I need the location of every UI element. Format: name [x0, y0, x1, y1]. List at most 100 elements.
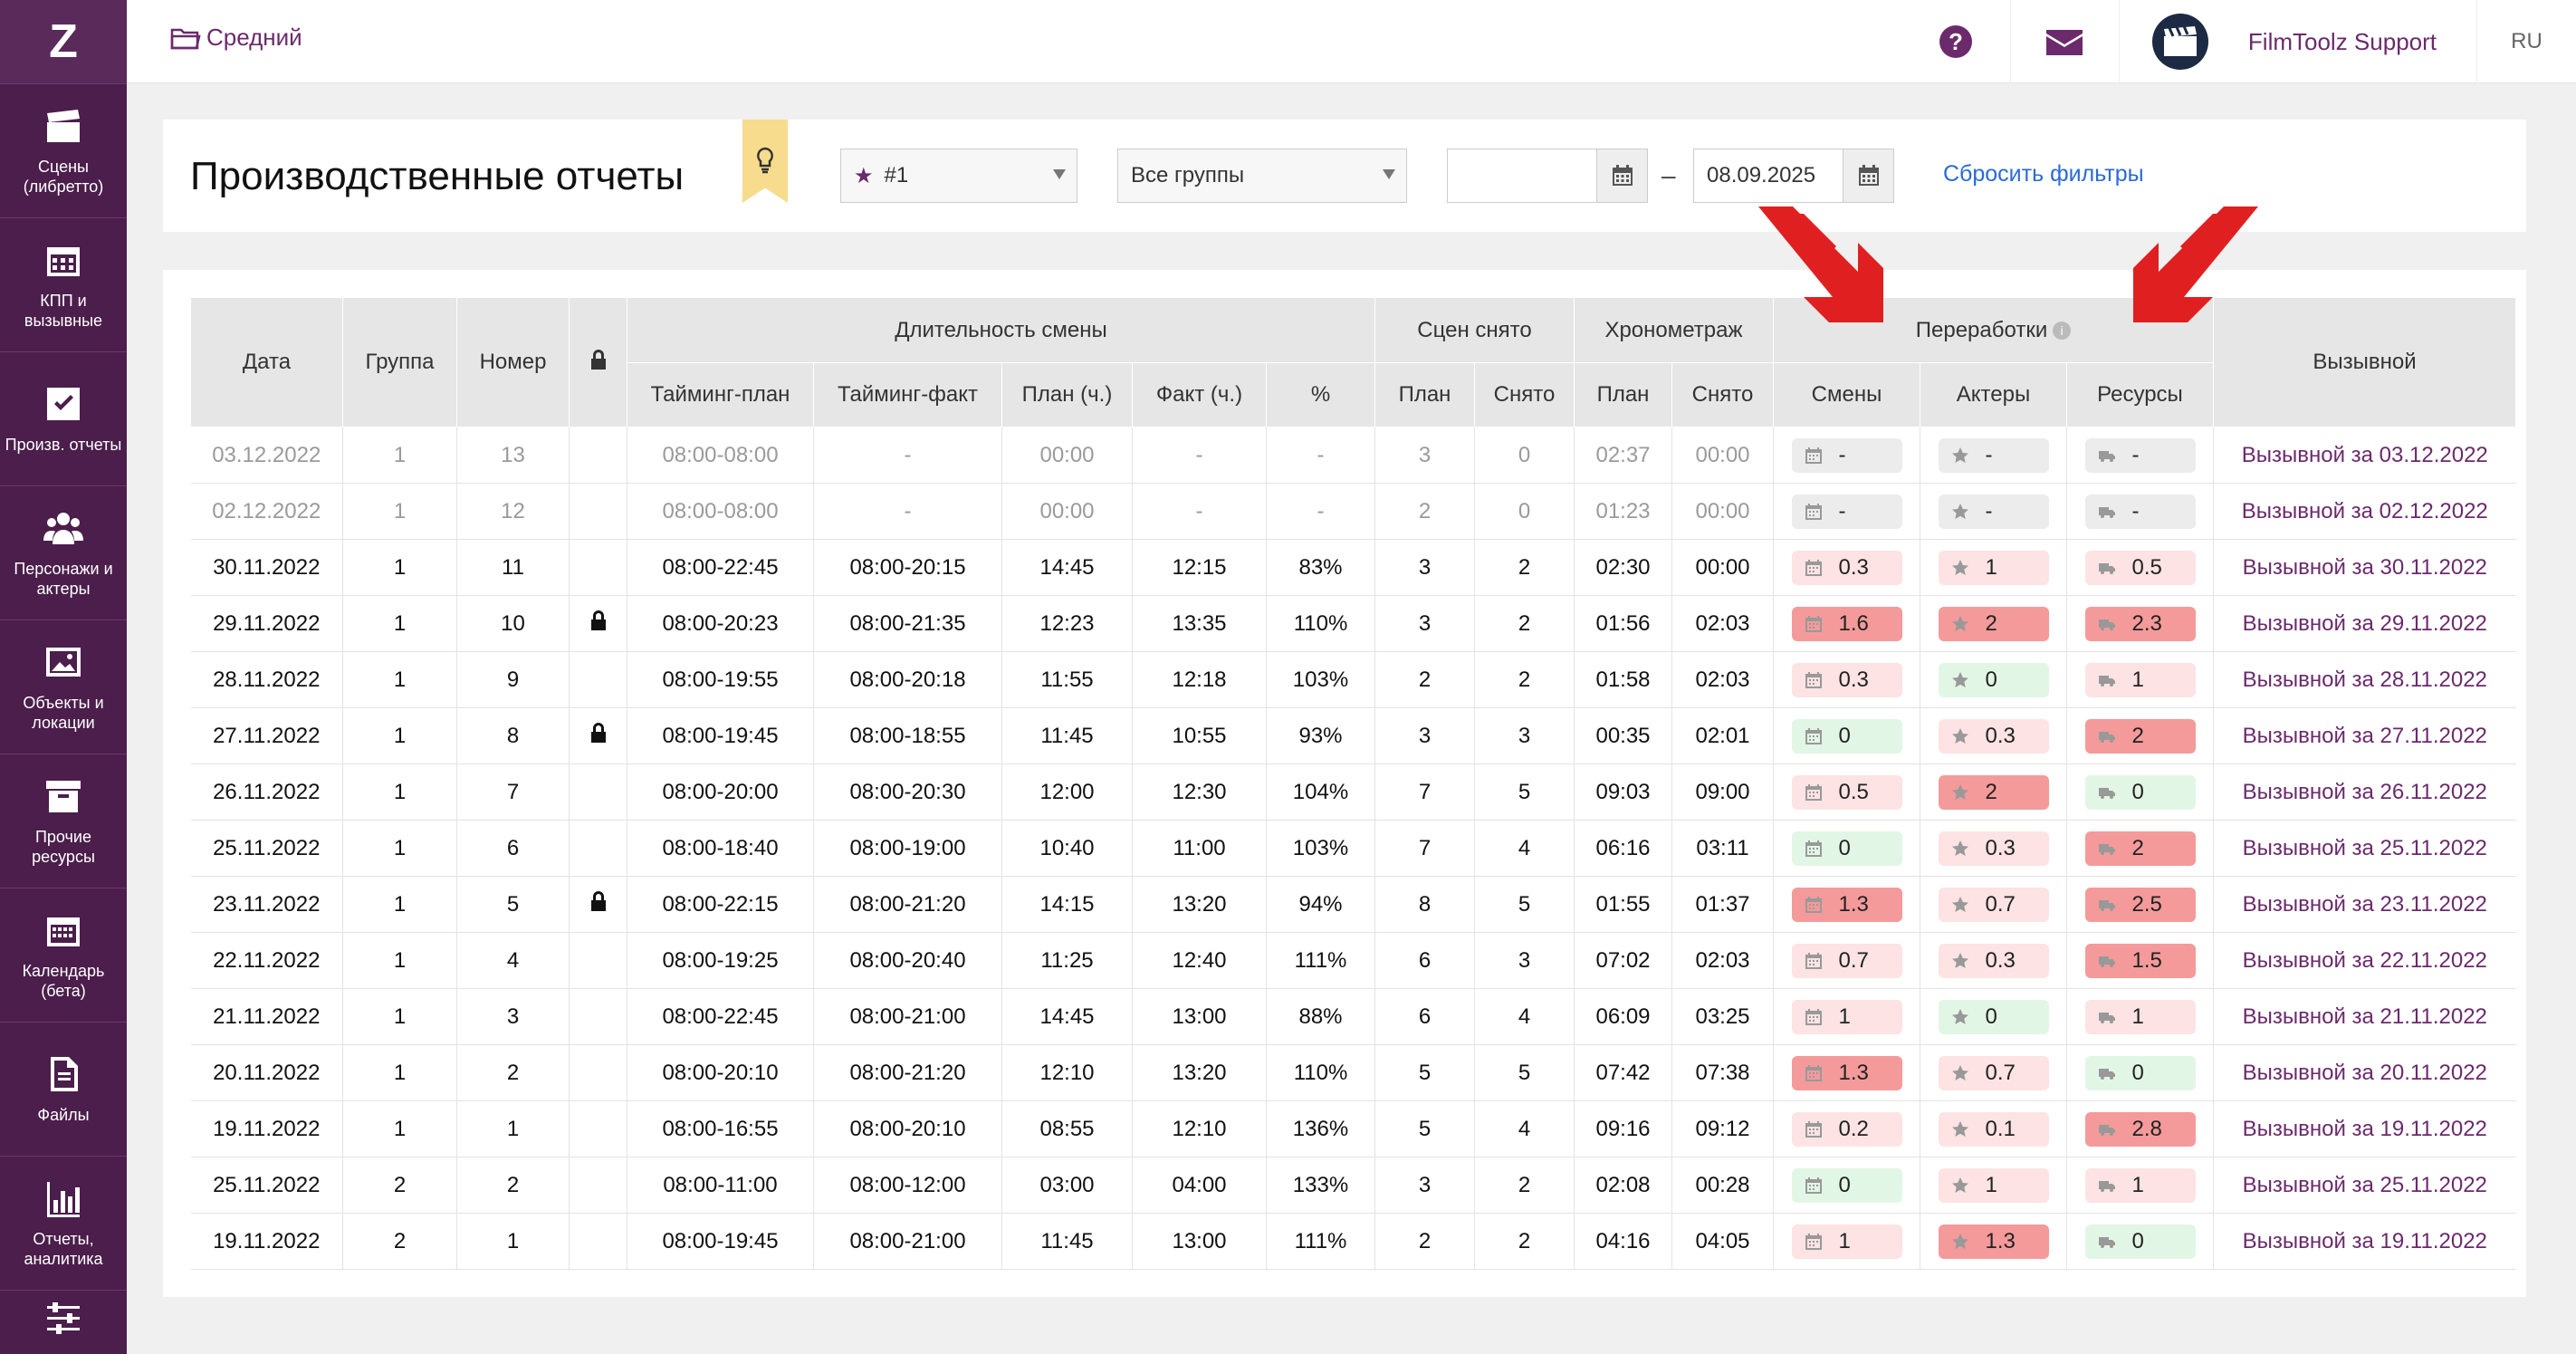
cell-scenes-plan: 3: [1374, 595, 1475, 652]
call-sheet-link[interactable]: Вызывной за 03.12.2022: [2213, 427, 2516, 484]
cell-percent: 111%: [1266, 1213, 1375, 1270]
calendar-icon: [1805, 727, 1824, 745]
sidebar-item-label: Отчеты, аналитика: [24, 1229, 103, 1268]
overtime-badge: -: [1791, 437, 1902, 473]
overtime-badge: 0.3: [1938, 718, 2049, 754]
sidebar-item-people[interactable]: Персонажи и актеры: [0, 485, 127, 619]
call-sheet-link[interactable]: Вызывной за 22.11.2022: [2213, 932, 2516, 989]
help-button[interactable]: ?: [1901, 0, 2010, 83]
star-icon: ★: [854, 163, 874, 188]
header-timing: Хронометраж: [1574, 297, 1774, 363]
star-icon: [1951, 559, 1971, 577]
sidebar-item-label: Файлы: [37, 1105, 90, 1124]
sidebar-item-image[interactable]: Объекты и локации: [0, 619, 127, 754]
call-sheet-link[interactable]: Вызывной за 27.11.2022: [2213, 707, 2516, 764]
table-row: 25.11.2022 2 2 08:00-11:00 08:00-12:00 03:00 0…: [190, 1157, 2516, 1214]
call-sheet-link[interactable]: Вызывной за 20.11.2022: [2213, 1044, 2516, 1101]
cell-timing-shot: 09:00: [1671, 763, 1774, 821]
sidebar-item-calendar-grid[interactable]: Календарь (бета): [0, 888, 127, 1022]
call-sheet-link[interactable]: Вызывной за 25.11.2022: [2213, 1157, 2516, 1214]
call-sheet-link[interactable]: Вызывной за 30.11.2022: [2213, 539, 2516, 596]
cell-timing-shot: 02:03: [1671, 932, 1774, 989]
group-select[interactable]: Все группы: [1117, 149, 1407, 203]
truck-icon: [2098, 1176, 2118, 1195]
call-sheet-link[interactable]: Вызывной за 21.11.2022: [2213, 988, 2516, 1045]
header-timing-plan-2[interactable]: План: [1574, 362, 1672, 427]
overtime-badge: 1: [1791, 1224, 1902, 1259]
cell-timing-plan: 08:00-20:00: [627, 763, 814, 821]
sidebar-item-clapperboard[interactable]: Сцены (либретто): [0, 83, 127, 217]
cell-scenes-shot: 2: [1474, 539, 1575, 596]
sidebar-item-box[interactable]: Прочие ресурсы: [0, 754, 127, 888]
cell-date: 02.12.2022: [190, 483, 343, 540]
breadcrumb[interactable]: Средний: [170, 24, 302, 52]
cell-fact-hours: 13:20: [1132, 1044, 1267, 1101]
call-sheet-link[interactable]: Вызывной за 19.11.2022: [2213, 1100, 2516, 1157]
cell-lock: [569, 763, 627, 821]
call-sheet-link[interactable]: Вызывной за 02.12.2022: [2213, 483, 2516, 540]
overtime-value: 2: [2131, 835, 2144, 860]
header-scenes-plan[interactable]: План: [1374, 362, 1475, 427]
app-logo[interactable]: Z: [0, 0, 127, 83]
date-from-calendar-button[interactable]: [1596, 149, 1647, 202]
cell-fact-hours: 12:30: [1132, 763, 1267, 821]
header-fact-hours[interactable]: Факт (ч.): [1132, 362, 1267, 427]
sidebar-item-file[interactable]: Файлы: [0, 1022, 127, 1156]
cell-timing-plan: 08:00-08:00: [627, 427, 814, 484]
cell-overtime-actors: 0: [1920, 988, 2067, 1045]
call-sheet-link[interactable]: Вызывной за 28.11.2022: [2213, 651, 2516, 708]
cell-overtime-actors: 0: [1920, 651, 2067, 708]
calendar-icon: [1805, 1064, 1824, 1082]
table-row: 21.11.2022 1 3 08:00-22:45 08:00-21:00 14:45 1…: [190, 988, 2516, 1045]
cell-group: 1: [342, 427, 457, 484]
cell-plan-hours: 14:45: [1001, 539, 1133, 596]
header-group[interactable]: Группа: [342, 297, 457, 427]
header-overtime-shifts[interactable]: Смены: [1773, 362, 1920, 427]
cell-timing-fact: 08:00-21:00: [813, 1213, 1002, 1270]
cell-timing-plan: 08:00-20:10: [627, 1044, 814, 1101]
cell-timing-plan-2: 02:08: [1574, 1157, 1672, 1214]
call-sheet-link[interactable]: Вызывной за 26.11.2022: [2213, 763, 2516, 821]
language-switch[interactable]: RU: [2476, 0, 2576, 83]
header-overtime-resources[interactable]: Ресурсы: [2066, 362, 2214, 427]
overtime-badge: 0.3: [1791, 550, 1902, 585]
header-scenes-shot[interactable]: Снято: [1474, 362, 1575, 427]
date-to-input[interactable]: 08.09.2025: [1693, 149, 1894, 203]
header-timing-fact[interactable]: Тайминг-факт: [813, 362, 1002, 427]
tips-bookmark[interactable]: [742, 120, 788, 203]
reports-table-card: Дата Группа Номер Длительность смены Сце…: [163, 206, 2526, 1297]
call-sheet-link[interactable]: Вызывной за 19.11.2022: [2213, 1213, 2516, 1270]
header-plan-hours[interactable]: План (ч.): [1001, 362, 1133, 427]
header-date[interactable]: Дата: [190, 297, 343, 427]
cell-overtime-resources: 2.8: [2066, 1100, 2214, 1157]
header-percent[interactable]: %: [1266, 362, 1375, 427]
bar-chart-icon: [47, 1181, 80, 1217]
overtime-badge: 1: [2084, 999, 2196, 1034]
call-sheet-link[interactable]: Вызывной за 25.11.2022: [2213, 820, 2516, 877]
header-overtime-actors[interactable]: Актеры: [1920, 362, 2067, 427]
header-timing-shot[interactable]: Снято: [1671, 362, 1774, 427]
overtime-badge: -: [2084, 494, 2196, 529]
cell-scenes-shot: 4: [1474, 1100, 1575, 1157]
overtime-value: 0.7: [1985, 891, 2016, 917]
folder-icon: [170, 28, 201, 49]
reset-filters-link[interactable]: Сбросить фильтры: [1943, 161, 2144, 187]
date-to-calendar-button[interactable]: [1843, 149, 1893, 202]
sidebar-item-sliders[interactable]: [0, 1290, 127, 1354]
mail-button[interactable]: [2009, 0, 2119, 83]
project-select[interactable]: ★ #1: [840, 149, 1077, 203]
sidebar-item-checkbox[interactable]: Произв. отчеты: [0, 351, 127, 485]
call-sheet-link[interactable]: Вызывной за 23.11.2022: [2213, 876, 2516, 933]
header-timing-plan[interactable]: Тайминг-план: [627, 362, 814, 427]
sidebar-item-bar-chart[interactable]: Отчеты, аналитика: [0, 1156, 127, 1290]
call-sheet-link[interactable]: Вызывной за 29.11.2022: [2213, 595, 2516, 652]
cell-timing-fact: -: [813, 483, 1002, 540]
header-number[interactable]: Номер: [456, 297, 570, 427]
info-icon[interactable]: i: [2053, 322, 2072, 341]
language-label: RU: [2511, 29, 2542, 53]
date-from-input[interactable]: [1447, 149, 1648, 203]
calendar-icon: [1805, 671, 1824, 689]
truck-icon: [2098, 896, 2118, 914]
sidebar-item-calendar[interactable]: КПП и вызывные: [0, 217, 127, 351]
user-menu[interactable]: FilmToolz Support: [2118, 0, 2476, 83]
